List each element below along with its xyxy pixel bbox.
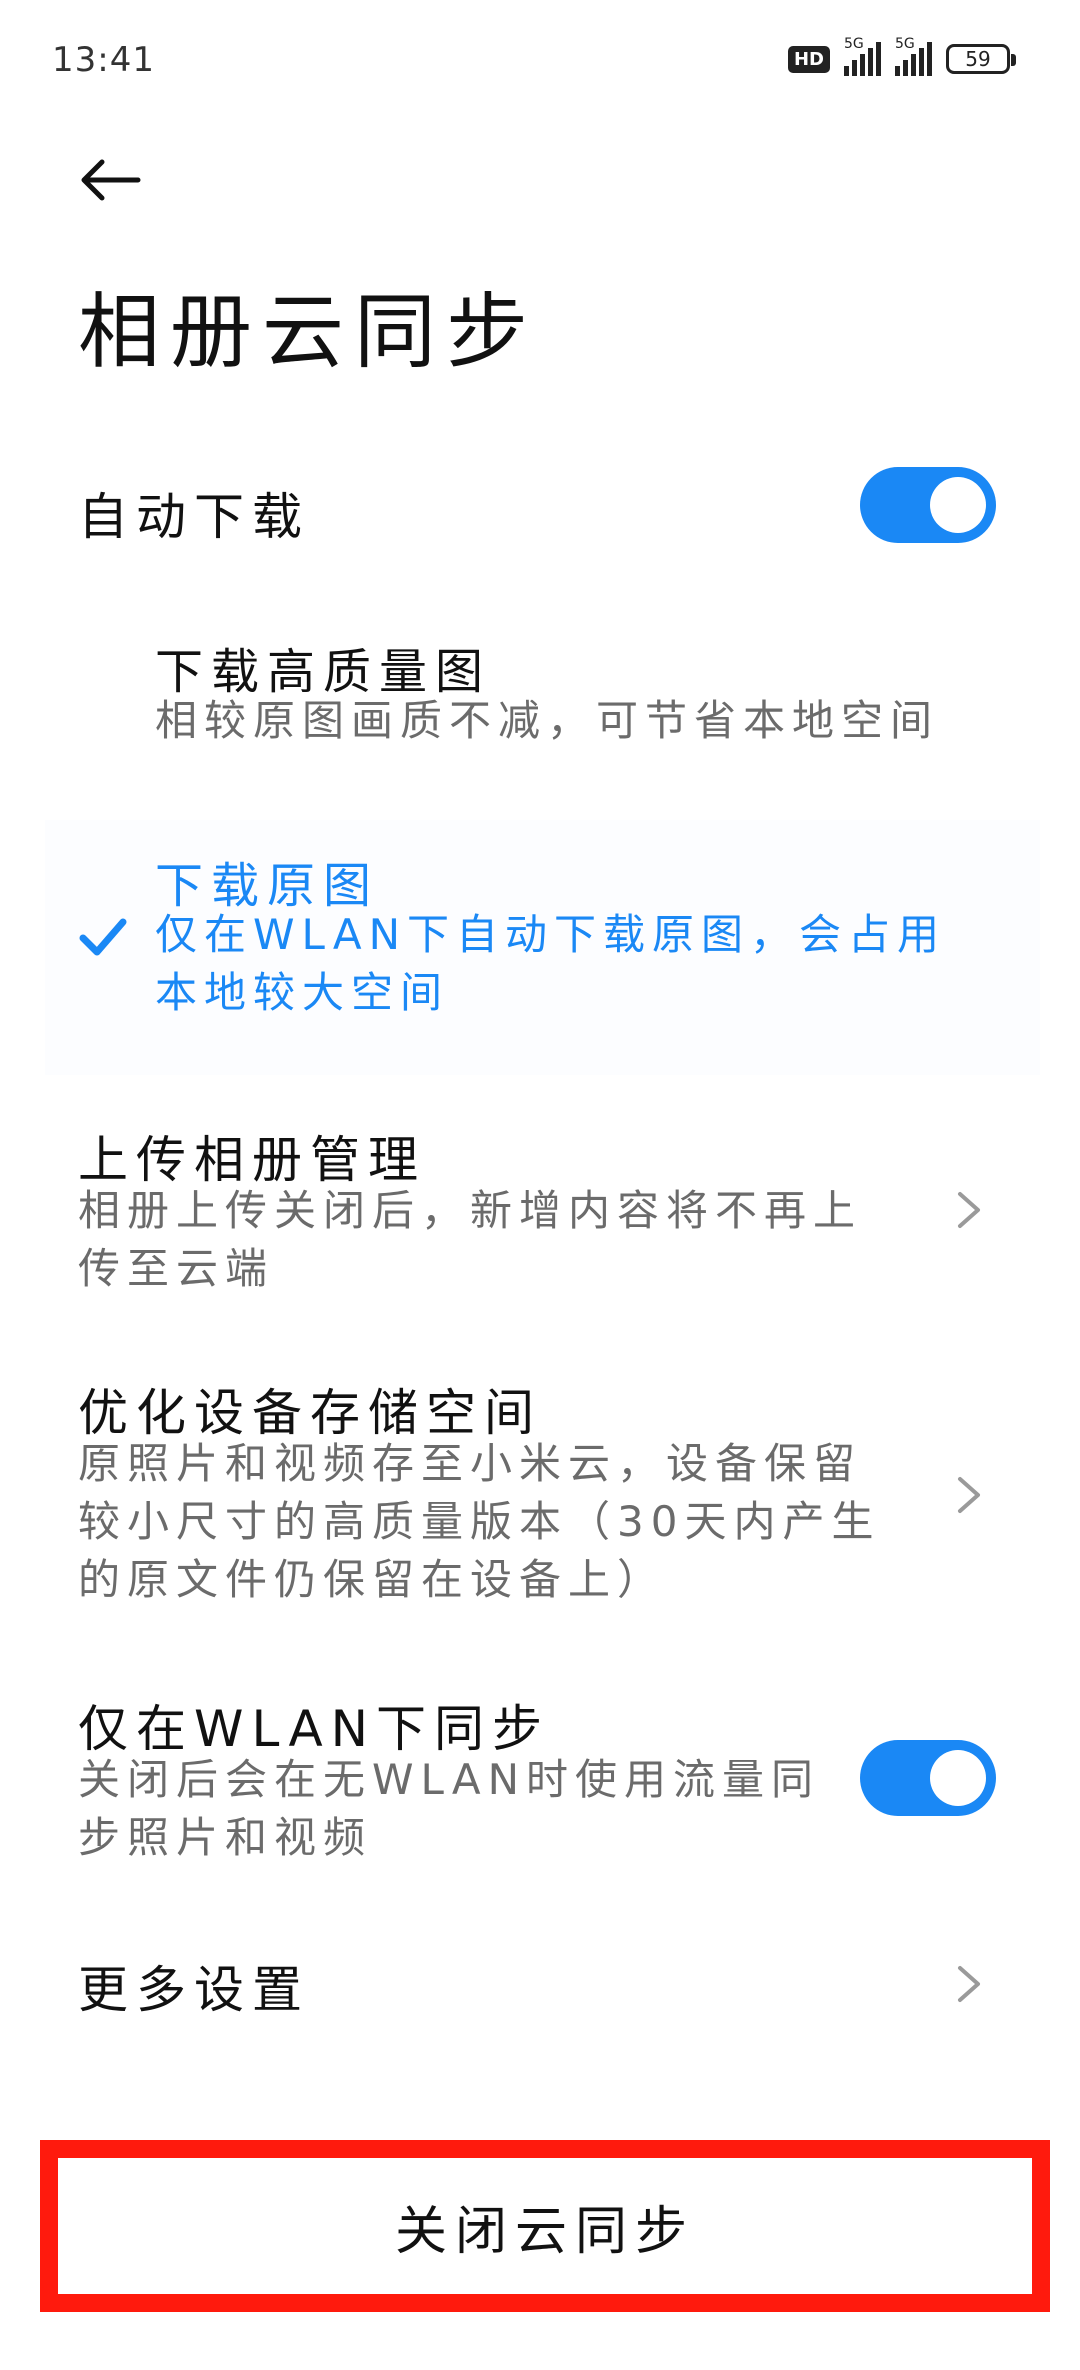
network-type-sim1: 5G [844,36,864,52]
option-original-desc-line1: 仅在WLAN下自动下载原图，会占用 [155,910,947,959]
toggle-knob [930,1750,986,1806]
wlan-only-toggle[interactable] [860,1740,996,1816]
auto-download-toggle[interactable] [860,467,996,543]
option-high-quality-desc: 相较原图画质不减，可节省本地空间 [155,696,940,745]
option-original[interactable]: 下载原图 仅在WLAN下自动下载原图，会占用 本地较大空间 [0,840,1080,1060]
upload-management-desc-line1: 相册上传关闭后，新增内容将不再上 [78,1186,863,1235]
optimize-storage-desc-line2: 较小尺寸的高质量版本（30天内产生 [78,1497,881,1546]
back-button[interactable] [70,140,150,220]
optimize-storage-row[interactable]: 优化设备存储空间 原照片和视频存至小米云，设备保留 较小尺寸的高质量版本（30天… [0,1365,1080,1615]
upload-management-row[interactable]: 上传相册管理 相册上传关闭后，新增内容将不再上 传至云端 [0,1110,1080,1300]
auto-download-row[interactable]: 自动下载 [0,455,1080,565]
optimize-storage-desc-line1: 原照片和视频存至小米云，设备保留 [78,1439,863,1488]
chevron-right-icon [958,1192,980,1228]
battery-icon: 59 [946,44,1016,74]
toggle-knob [930,477,986,533]
wlan-only-row[interactable]: 仅在WLAN下同步 关闭后会在无WLAN时使用流量同 步照片和视频 [0,1685,1080,1875]
network-type-sim2: 5G [895,36,915,52]
page-title: 相册云同步 [78,285,539,380]
chevron-right-icon [958,1966,980,2002]
chevron-right-icon [958,1477,980,1513]
status-time: 13:41 [52,40,155,80]
option-high-quality[interactable]: 下载高质量图 相较原图画质不减，可节省本地空间 [0,620,1080,770]
more-settings-title: 更多设置 [78,1961,310,2019]
status-bar: 13:41 HD 5G 5G 59 [0,0,1080,120]
optimize-storage-desc-line3: 的原文件仍保留在设备上） [78,1555,667,1604]
close-cloud-sync-button[interactable]: 关闭云同步 [40,2140,1050,2312]
hd-voice-icon: HD [787,45,830,73]
wlan-only-desc-line1: 关闭后会在无WLAN时使用流量同 [78,1755,821,1804]
wlan-only-desc-line2: 步照片和视频 [78,1813,373,1862]
signal-sim1-icon: 5G [844,36,881,76]
more-settings-row[interactable]: 更多设置 [0,1930,1080,2040]
upload-management-desc-line2: 传至云端 [78,1244,275,1293]
arrow-left-icon [81,159,141,201]
signal-sim2-icon: 5G [895,36,932,76]
status-icons: HD 5G 5G 59 [787,36,1016,76]
auto-download-label: 自动下载 [78,488,310,546]
option-original-desc-line2: 本地较大空间 [155,968,450,1017]
